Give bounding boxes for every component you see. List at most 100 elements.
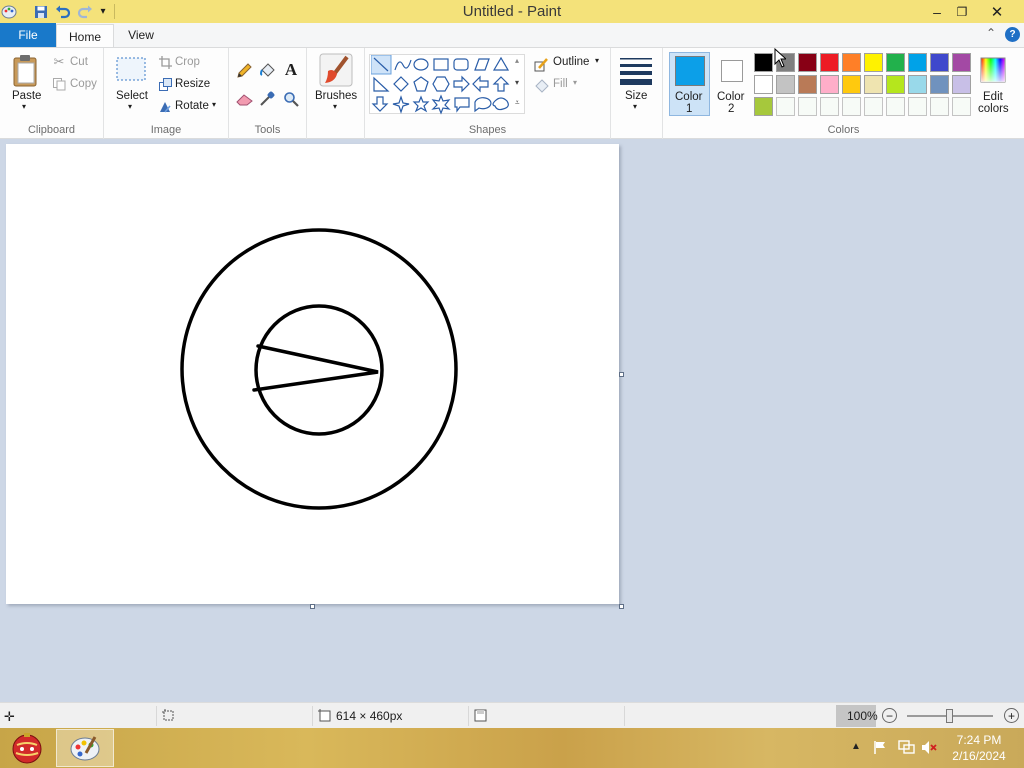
palette-swatch[interactable] [864,75,883,94]
select-dropdown-icon[interactable]: ▾ [128,102,132,111]
palette-swatch-empty[interactable] [886,97,905,116]
palette-swatch[interactable] [842,53,861,72]
palette-swatch-empty[interactable] [798,97,817,116]
mouse-cursor-icon [774,47,788,71]
brushes-dropdown-icon[interactable]: ▾ [333,102,337,111]
taskbar: ▲ 7:24 PM 2/16/2024 [0,728,1024,768]
fill-button[interactable]: Fill [553,78,568,90]
brushes-icon[interactable] [319,53,353,87]
palette-swatch[interactable] [930,75,949,94]
palette-swatch[interactable] [908,53,927,72]
shapes-scroll-up-icon[interactable]: ▴ [515,56,519,65]
palette-swatch[interactable] [798,53,817,72]
text-tool-icon[interactable]: A [282,60,300,79]
palette-swatch-empty[interactable] [776,97,795,116]
fill-dropdown-icon[interactable]: ▾ [573,78,577,87]
shapes-expand-icon[interactable]: ⩡ [515,98,520,108]
tab-view[interactable]: View [116,23,166,47]
canvas-resize-handle-corner[interactable] [619,604,624,609]
zoom-in-button[interactable]: + [1004,708,1019,723]
size-lines-icon[interactable] [619,56,653,86]
taskbar-clock-date[interactable]: 2/16/2024 [940,749,1018,763]
paste-button[interactable]: Paste [12,90,41,102]
drawing-canvas[interactable] [6,144,619,604]
size-button[interactable]: Size [625,90,647,102]
size-dropdown-icon[interactable]: ▾ [633,102,637,111]
copy-button[interactable]: Copy [70,78,97,90]
status-separator [468,706,469,726]
help-icon[interactable]: ? [1005,27,1020,42]
wedge-lines [252,344,379,392]
color-picker-icon[interactable] [258,90,276,108]
tab-file[interactable]: File [0,23,56,47]
edit-colors-label-b: colors [978,103,1009,115]
volume-muted-icon[interactable] [921,740,938,758]
palette-swatch-empty[interactable] [864,97,883,116]
pencil-icon[interactable] [235,62,253,80]
eraser-icon[interactable] [235,90,253,108]
start-button-icon[interactable] [10,731,44,765]
palette-swatch[interactable] [754,75,773,94]
brushes-button[interactable]: Brushes [315,90,357,102]
edit-colors-icon[interactable] [979,56,1007,84]
colors-group: Color 1 Color 2 Edit colors Colors [663,48,1024,139]
palette-swatch-empty[interactable] [842,97,861,116]
clipboard-group-label: Clipboard [27,124,76,136]
palette-swatch[interactable] [952,53,971,72]
status-separator [624,706,625,726]
show-hidden-icons-button[interactable]: ▲ [851,741,861,752]
palette-swatch-empty[interactable] [908,97,927,116]
shapes-scroll-down-icon[interactable]: ▾ [515,78,519,87]
workspace [0,139,1024,702]
palette-swatch[interactable] [864,53,883,72]
magnifier-icon[interactable] [282,90,300,108]
resize-icon [158,77,172,91]
palette-swatch[interactable] [842,75,861,94]
palette-swatch-empty[interactable] [952,97,971,116]
outline-dropdown-icon[interactable]: ▾ [595,56,599,65]
select-icon[interactable] [116,57,146,81]
color-1-swatch[interactable] [675,56,705,86]
rotate-button[interactable]: Rotate [175,100,209,112]
tab-home[interactable]: Home [56,24,114,48]
canvas-resize-handle-right[interactable] [619,372,624,377]
color-2-swatch[interactable] [721,60,743,82]
zoom-slider-thumb[interactable] [946,709,953,723]
palette-swatch[interactable] [754,97,773,116]
palette-swatch[interactable] [776,75,795,94]
canvas-resize-handle-bottom[interactable] [310,604,315,609]
crop-button[interactable]: Crop [175,56,200,68]
status-separator [156,706,157,726]
cut-button[interactable]: Cut [70,56,88,68]
palette-swatch[interactable] [886,53,905,72]
palette-swatch[interactable] [820,53,839,72]
network-icon[interactable] [898,740,915,758]
zoom-out-button[interactable]: − [882,708,897,723]
fill-icon [533,77,549,93]
color-2-label-b: 2 [728,103,735,115]
palette-swatch[interactable] [908,75,927,94]
select-button[interactable]: Select [116,90,148,102]
fill-bucket-icon[interactable] [258,62,276,80]
shapes-gallery-icons[interactable] [371,55,525,115]
palette-swatch-empty[interactable] [930,97,949,116]
minimize-ribbon-icon[interactable]: ⌃ [986,26,996,40]
resize-button[interactable]: Resize [175,78,210,90]
palette-swatch[interactable] [952,75,971,94]
paste-dropdown-icon[interactable]: ▾ [22,102,26,111]
palette-swatch[interactable] [754,53,773,72]
close-button[interactable]: ✕ [980,0,1014,23]
outline-icon [533,56,549,72]
palette-swatch[interactable] [886,75,905,94]
outline-button[interactable]: Outline [553,56,589,68]
status-bar: ✛ 614 × 460px 100% − + [0,702,1024,728]
palette-swatch[interactable] [820,75,839,94]
palette-swatch[interactable] [930,53,949,72]
restore-button[interactable]: ❐ [945,0,979,23]
action-center-flag-icon[interactable] [873,740,888,758]
palette-swatch-empty[interactable] [820,97,839,116]
paste-icon[interactable] [10,53,42,89]
palette-swatch[interactable] [798,75,817,94]
taskbar-clock-time[interactable]: 7:24 PM [940,733,1018,747]
rotate-dropdown-icon[interactable]: ▾ [212,100,216,109]
